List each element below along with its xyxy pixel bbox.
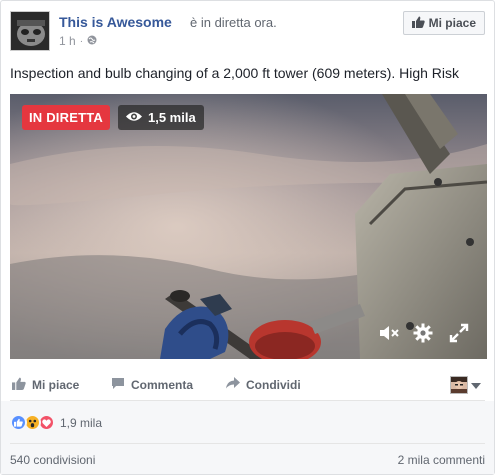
post-card: This is Awesome è in diretta ora. 1 h · … <box>0 0 495 475</box>
post-time[interactable]: 1 h <box>59 34 76 48</box>
post-meta: 1 h · <box>59 34 97 48</box>
post-footer: 1,9 mila 540 condivisioni 2 mila comment… <box>1 401 494 474</box>
caret-down-icon <box>471 378 481 392</box>
mute-icon <box>379 325 401 344</box>
comment-icon <box>111 377 125 393</box>
page-name-link[interactable]: This is Awesome <box>59 14 172 30</box>
like-button[interactable]: Mi piace <box>12 377 79 393</box>
comment-label: Commenta <box>131 378 194 392</box>
live-video-player[interactable]: IN DIRETTA 1,5 mila <box>10 94 487 359</box>
fullscreen-button[interactable] <box>446 322 472 346</box>
share-icon <box>226 377 240 392</box>
video-frame <box>10 94 487 359</box>
live-badge: IN DIRETTA <box>22 105 110 130</box>
like-reaction-icon <box>10 414 27 431</box>
comments-count[interactable]: 2 mila commenti <box>398 453 485 467</box>
meta-separator: · <box>79 35 84 47</box>
viewer-count-badge: 1,5 mila <box>118 105 204 130</box>
fullscreen-icon <box>449 323 469 346</box>
share-label: Condividi <box>246 377 301 392</box>
like-label: Mi piace <box>32 378 80 392</box>
comment-button[interactable]: Commenta <box>111 377 193 393</box>
post-message: Inspection and bulb changing of a 2,000 … <box>10 65 460 81</box>
post-header: This is Awesome è in diretta ora. 1 h · … <box>10 11 485 53</box>
like-page-label: Mi piace <box>428 16 476 30</box>
settings-button[interactable] <box>410 322 436 346</box>
post-as-selector[interactable] <box>450 376 481 394</box>
shares-count[interactable]: 540 condivisioni <box>10 453 95 467</box>
reactions-summary[interactable]: 1,9 mila <box>10 414 102 431</box>
post-actions-bar: Mi piace Commenta Condividi <box>10 369 485 401</box>
page-avatar[interactable] <box>10 11 50 51</box>
thumbs-up-icon <box>411 16 425 31</box>
mute-button[interactable] <box>377 322 403 346</box>
live-status-text: è in diretta ora. <box>190 15 277 30</box>
like-page-button[interactable]: Mi piace <box>402 11 485 35</box>
user-avatar <box>450 376 468 394</box>
share-button[interactable]: Condividi <box>226 377 301 392</box>
gear-icon <box>413 323 433 346</box>
globe-icon <box>87 34 97 48</box>
viewer-count: 1,5 mila <box>148 110 196 125</box>
eye-icon <box>126 110 142 125</box>
reactions-count[interactable]: 1,9 mila <box>60 416 102 430</box>
footer-divider <box>10 443 485 444</box>
thumbs-up-icon <box>12 377 26 393</box>
